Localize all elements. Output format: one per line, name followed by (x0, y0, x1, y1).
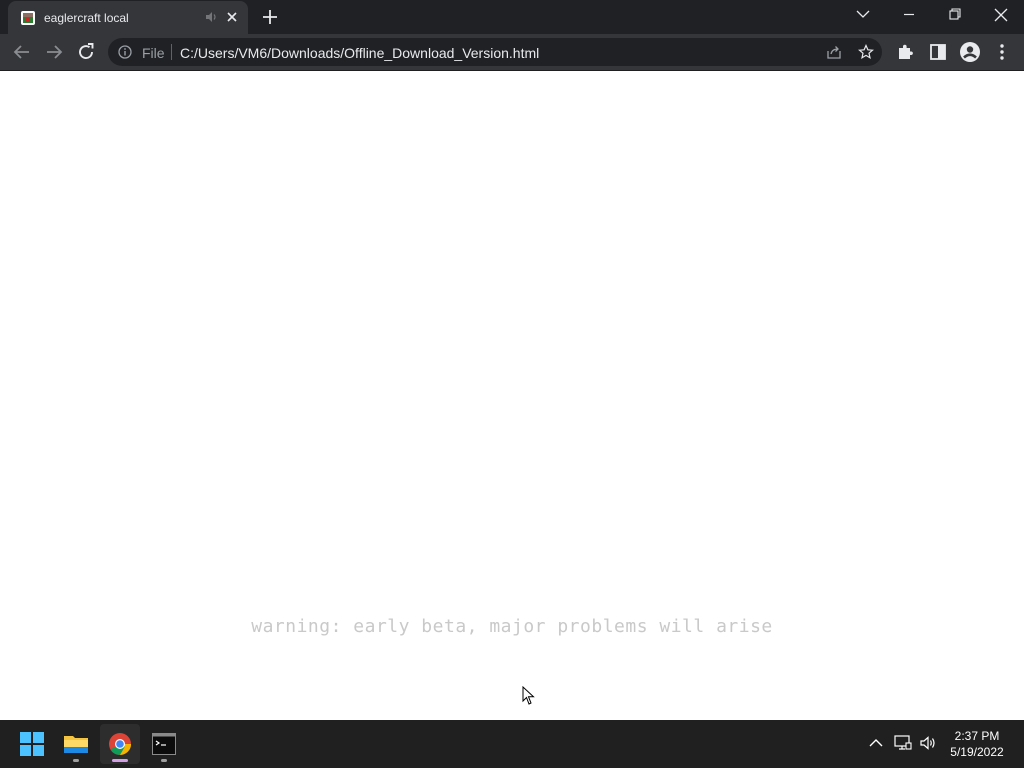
more-vert-icon[interactable] (990, 40, 1014, 64)
browser-titlebar: eaglercraft local (0, 0, 1024, 34)
volume-icon[interactable] (919, 734, 937, 752)
file-explorer-icon (64, 736, 88, 753)
scheme-label: File (142, 45, 165, 61)
audio-icon[interactable] (204, 10, 218, 24)
taskbar-app-chrome[interactable] (100, 724, 140, 764)
info-icon[interactable] (118, 45, 132, 59)
profile-icon[interactable] (958, 40, 982, 64)
page-content[interactable]: warning: early beta, major problems will… (0, 71, 1024, 720)
minimize-icon[interactable] (886, 0, 932, 30)
clock-time: 2:37 PM (954, 729, 1000, 743)
clock-date: 5/19/2022 (950, 745, 1004, 759)
start-button[interactable] (12, 724, 52, 764)
chevron-down-icon[interactable] (840, 0, 886, 30)
terminal-icon (152, 733, 176, 755)
warning-text: warning: early beta, major problems will… (251, 616, 773, 637)
taskbar-app-file-explorer[interactable] (56, 724, 96, 764)
network-icon[interactable] (894, 734, 912, 752)
taskbar: 2:37 PM 5/19/2022 (0, 720, 1024, 768)
chrome-icon (109, 733, 131, 755)
puzzle-icon[interactable] (894, 40, 918, 64)
browser-toolbar: File C:/Users/VM6/Downloads/Offline_Down… (0, 34, 1024, 71)
tab-eaglercraft-local[interactable]: eaglercraft local (8, 1, 248, 34)
mouse-cursor-icon (522, 686, 535, 705)
running-indicator (73, 759, 79, 762)
forward-arrow-icon[interactable] (42, 40, 66, 64)
chevron-up-icon[interactable] (867, 734, 885, 752)
close-icon[interactable] (224, 9, 240, 25)
taskbar-app-terminal[interactable] (144, 724, 184, 764)
active-indicator (112, 759, 128, 762)
close-icon[interactable] (978, 0, 1024, 30)
system-clock[interactable]: 2:37 PM 5/19/2022 (944, 728, 1010, 760)
omnibox-separator (171, 44, 172, 60)
share-icon[interactable] (826, 44, 842, 60)
running-indicator (161, 759, 167, 762)
windows-start-icon (20, 732, 44, 756)
side-panel-icon[interactable] (926, 40, 950, 64)
plus-icon[interactable] (258, 6, 282, 28)
tab-title: eaglercraft local (44, 11, 129, 25)
reload-icon[interactable] (74, 40, 98, 64)
back-arrow-icon[interactable] (10, 40, 34, 64)
star-icon[interactable] (858, 44, 874, 60)
game-favicon-icon (21, 11, 35, 25)
restore-icon[interactable] (932, 0, 978, 30)
url-text[interactable]: C:/Users/VM6/Downloads/Offline_Download_… (180, 45, 539, 61)
address-bar[interactable]: File C:/Users/VM6/Downloads/Offline_Down… (108, 38, 882, 66)
